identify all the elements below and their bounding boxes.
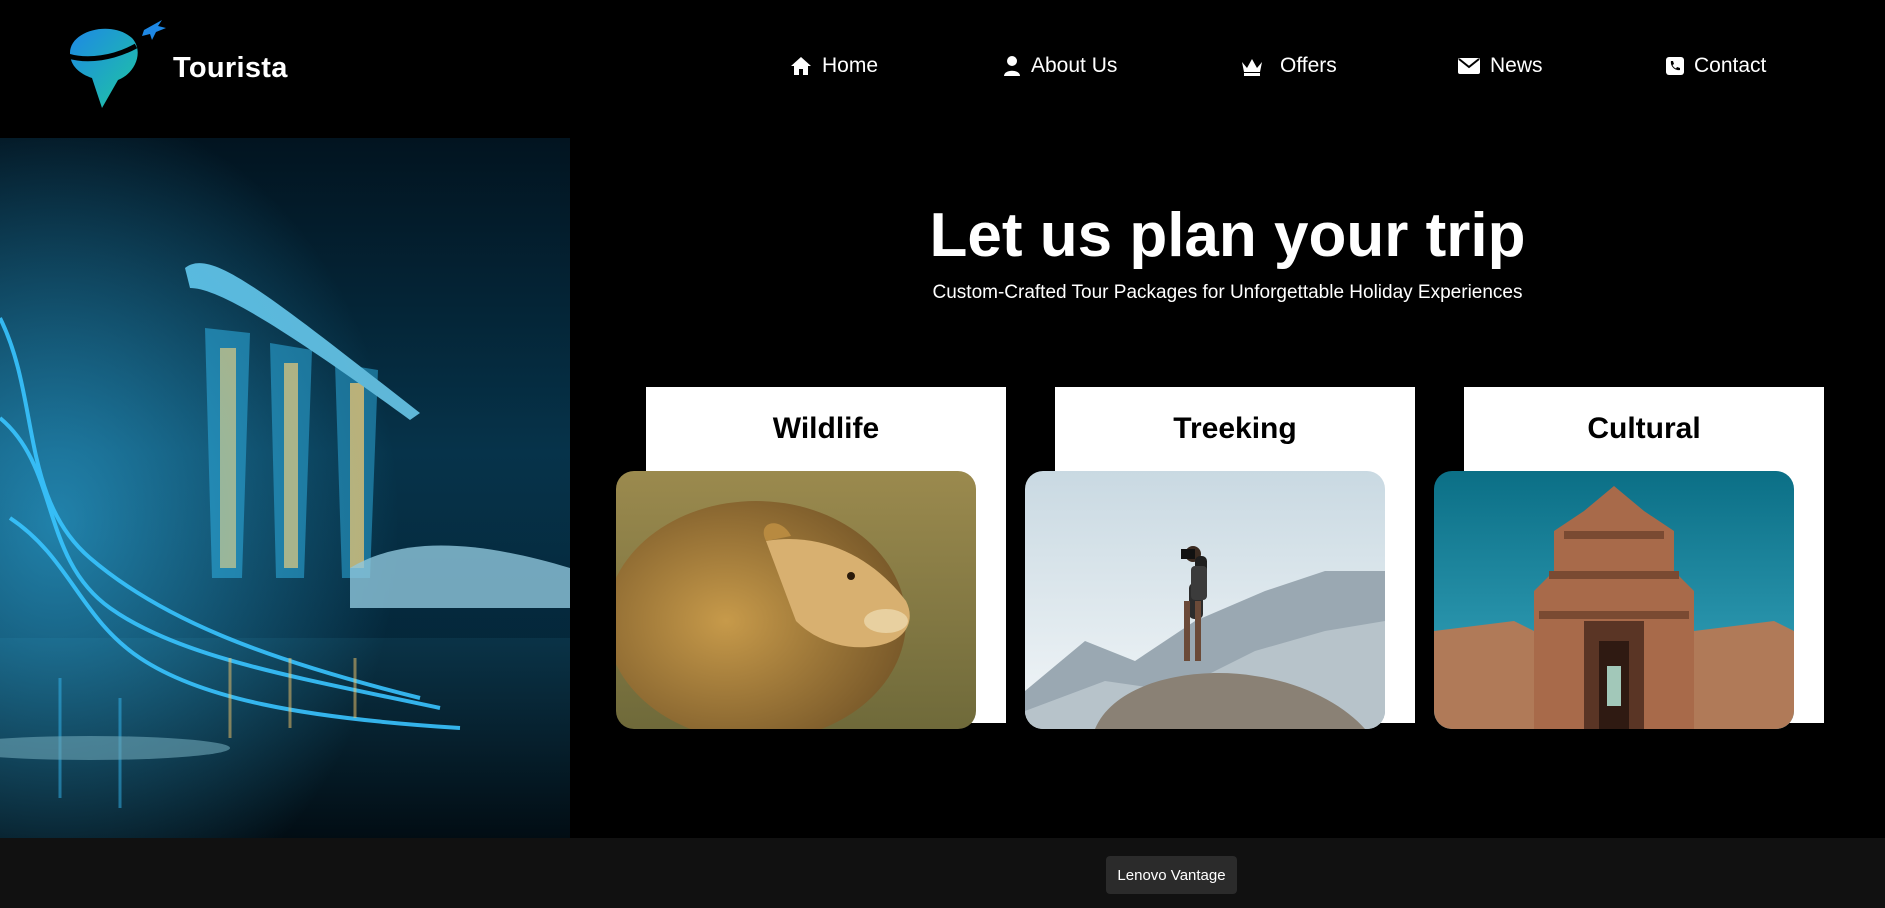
page-subtitle: Custom-Crafted Tour Packages for Unforge… bbox=[932, 282, 1523, 303]
lion-photo[interactable] bbox=[616, 471, 976, 729]
nav-contact-label: Contact bbox=[1694, 54, 1767, 77]
envelope-icon bbox=[1458, 58, 1480, 74]
category-card-wildlife[interactable]: Wildlife bbox=[616, 387, 1006, 729]
taskbar-app-button[interactable]: Lenovo Vantage bbox=[1106, 856, 1237, 894]
nav-about-us[interactable]: About Us bbox=[1003, 54, 1117, 78]
category-card-treeking[interactable]: Treeking bbox=[1025, 387, 1415, 729]
nav-news-label: News bbox=[1490, 54, 1543, 77]
category-label: Cultural bbox=[1587, 412, 1701, 445]
hiker-photographer-photo[interactable] bbox=[1025, 471, 1385, 729]
taskbar: Lenovo Vantage bbox=[0, 838, 1885, 908]
crown-icon bbox=[1242, 59, 1262, 76]
home-icon bbox=[791, 57, 811, 75]
nav-home[interactable]: Home bbox=[790, 54, 878, 78]
category-card-cultural[interactable]: Cultural bbox=[1434, 387, 1824, 729]
nav-news[interactable]: News bbox=[1458, 54, 1543, 78]
nav-about-us-label: About Us bbox=[1031, 54, 1118, 77]
main-nav: Home About Us Offers News Contact bbox=[0, 54, 1885, 84]
phone-icon bbox=[1666, 57, 1684, 75]
category-label: Wildlife bbox=[772, 412, 880, 445]
nav-offers-label: Offers bbox=[1280, 54, 1337, 77]
hero-city-photo bbox=[0, 138, 570, 838]
page-title: Let us plan your trip bbox=[929, 201, 1526, 270]
site-header: Tourista Home About Us Offers News Conta… bbox=[0, 0, 1885, 138]
user-icon bbox=[1004, 56, 1020, 76]
nav-offers[interactable]: Offers bbox=[1240, 54, 1337, 78]
nav-contact[interactable]: Contact bbox=[1666, 54, 1766, 78]
category-label: Treeking bbox=[1173, 412, 1297, 445]
nav-home-label: Home bbox=[822, 54, 879, 77]
temple-photo[interactable] bbox=[1434, 471, 1794, 729]
